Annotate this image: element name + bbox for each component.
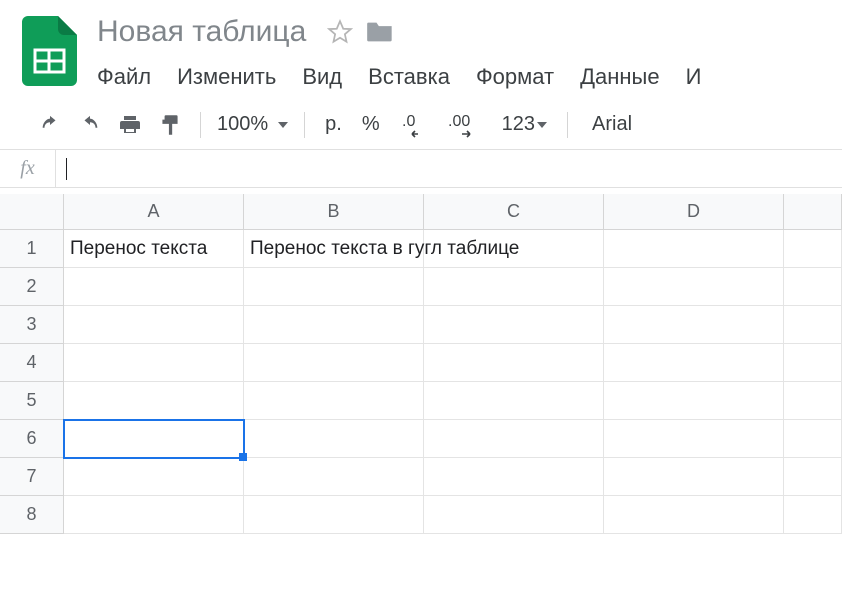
format-currency-button[interactable]: р. xyxy=(315,105,352,145)
cell-b8[interactable] xyxy=(244,496,424,534)
cell-e4[interactable] xyxy=(784,344,842,382)
cell-c5[interactable] xyxy=(424,382,604,420)
cell-b7[interactable] xyxy=(244,458,424,496)
cell-b2[interactable] xyxy=(244,268,424,306)
cell-c6[interactable] xyxy=(424,420,604,458)
toolbar: 100% р. % .0 .00 123 Arial xyxy=(0,100,842,150)
row-header-6[interactable]: 6 xyxy=(0,420,64,458)
select-all-corner[interactable] xyxy=(0,194,64,230)
cell-e7[interactable] xyxy=(784,458,842,496)
paint-format-icon[interactable] xyxy=(150,105,190,145)
row-header-3[interactable]: 3 xyxy=(0,306,64,344)
cell-a2[interactable] xyxy=(64,268,244,306)
cell-d1[interactable] xyxy=(604,230,784,268)
cell-c3[interactable] xyxy=(424,306,604,344)
zoom-dropdown[interactable]: 100% xyxy=(211,113,294,136)
svg-text:.0: .0 xyxy=(402,113,415,130)
cell-a8[interactable] xyxy=(64,496,244,534)
cell-e3[interactable] xyxy=(784,306,842,344)
cell-d5[interactable] xyxy=(604,382,784,420)
cell-d2[interactable] xyxy=(604,268,784,306)
cell-c8[interactable] xyxy=(424,496,604,534)
number-format-dropdown[interactable]: 123 xyxy=(492,105,557,145)
row-header-7[interactable]: 7 xyxy=(0,458,64,496)
menu-bar: Файл Изменить Вид Вставка Формат Данные … xyxy=(97,60,842,100)
font-family-dropdown[interactable]: Arial xyxy=(578,113,632,136)
chevron-down-icon xyxy=(537,122,547,128)
cell-d8[interactable] xyxy=(604,496,784,534)
toolbar-separator xyxy=(200,112,201,138)
cell-c7[interactable] xyxy=(424,458,604,496)
formula-input[interactable] xyxy=(56,150,842,187)
cell-a5[interactable] xyxy=(64,382,244,420)
cell-b1[interactable]: Перенос текста в гугл таблице xyxy=(244,230,424,268)
cell-d3[interactable] xyxy=(604,306,784,344)
cell-e8[interactable] xyxy=(784,496,842,534)
menu-insert[interactable]: Вставка xyxy=(368,60,462,100)
col-header-e[interactable] xyxy=(784,194,842,230)
cell-c4[interactable] xyxy=(424,344,604,382)
cell-b4[interactable] xyxy=(244,344,424,382)
cell-d4[interactable] xyxy=(604,344,784,382)
row-header-8[interactable]: 8 xyxy=(0,496,64,534)
cell-a4[interactable] xyxy=(64,344,244,382)
col-header-a[interactable]: A xyxy=(64,194,244,230)
col-header-b[interactable]: B xyxy=(244,194,424,230)
print-icon[interactable] xyxy=(110,105,150,145)
row-header-1[interactable]: 1 xyxy=(0,230,64,268)
spreadsheet-grid: A B C D 1 Перенос текста Перенос текста … xyxy=(0,194,842,534)
cell-a7[interactable] xyxy=(64,458,244,496)
fx-label: fx xyxy=(0,150,56,187)
redo-icon[interactable] xyxy=(70,105,110,145)
cell-b1-text: Перенос текста в гугл таблице xyxy=(250,238,519,260)
menu-file[interactable]: Файл xyxy=(97,60,163,100)
cell-d7[interactable] xyxy=(604,458,784,496)
toolbar-separator xyxy=(567,112,568,138)
col-header-d[interactable]: D xyxy=(604,194,784,230)
doc-title[interactable]: Новая таблица xyxy=(97,17,306,47)
zoom-value: 100% xyxy=(217,113,268,136)
row-header-4[interactable]: 4 xyxy=(0,344,64,382)
chevron-down-icon xyxy=(278,122,288,128)
menu-edit[interactable]: Изменить xyxy=(177,60,288,100)
cell-a6[interactable] xyxy=(64,420,244,458)
cell-e6[interactable] xyxy=(784,420,842,458)
cell-b5[interactable] xyxy=(244,382,424,420)
cell-a3[interactable] xyxy=(64,306,244,344)
format-percent-button[interactable]: % xyxy=(352,105,390,145)
text-cursor xyxy=(66,158,67,180)
cell-e5[interactable] xyxy=(784,382,842,420)
cell-e2[interactable] xyxy=(784,268,842,306)
row-header-5[interactable]: 5 xyxy=(0,382,64,420)
toolbar-separator xyxy=(304,112,305,138)
selection-handle[interactable] xyxy=(239,453,247,461)
folder-icon[interactable] xyxy=(364,16,396,48)
star-icon[interactable] xyxy=(324,16,356,48)
decrease-decimal-button[interactable]: .0 xyxy=(390,105,438,145)
col-header-c[interactable]: C xyxy=(424,194,604,230)
cell-e1[interactable] xyxy=(784,230,842,268)
cell-d6[interactable] xyxy=(604,420,784,458)
svg-text:.00: .00 xyxy=(448,113,470,130)
cell-b3[interactable] xyxy=(244,306,424,344)
cell-c2[interactable] xyxy=(424,268,604,306)
number-format-label: 123 xyxy=(502,113,535,136)
increase-decimal-button[interactable]: .00 xyxy=(438,105,492,145)
cell-b6[interactable] xyxy=(244,420,424,458)
menu-format[interactable]: Формат xyxy=(476,60,566,100)
sheets-logo-icon[interactable] xyxy=(22,16,77,86)
cell-a1[interactable]: Перенос текста xyxy=(64,230,244,268)
undo-icon[interactable] xyxy=(30,105,70,145)
formula-bar: fx xyxy=(0,150,842,188)
menu-view[interactable]: Вид xyxy=(302,60,354,100)
menu-truncated[interactable]: И xyxy=(686,60,714,100)
row-header-2[interactable]: 2 xyxy=(0,268,64,306)
menu-data[interactable]: Данные xyxy=(580,60,671,100)
